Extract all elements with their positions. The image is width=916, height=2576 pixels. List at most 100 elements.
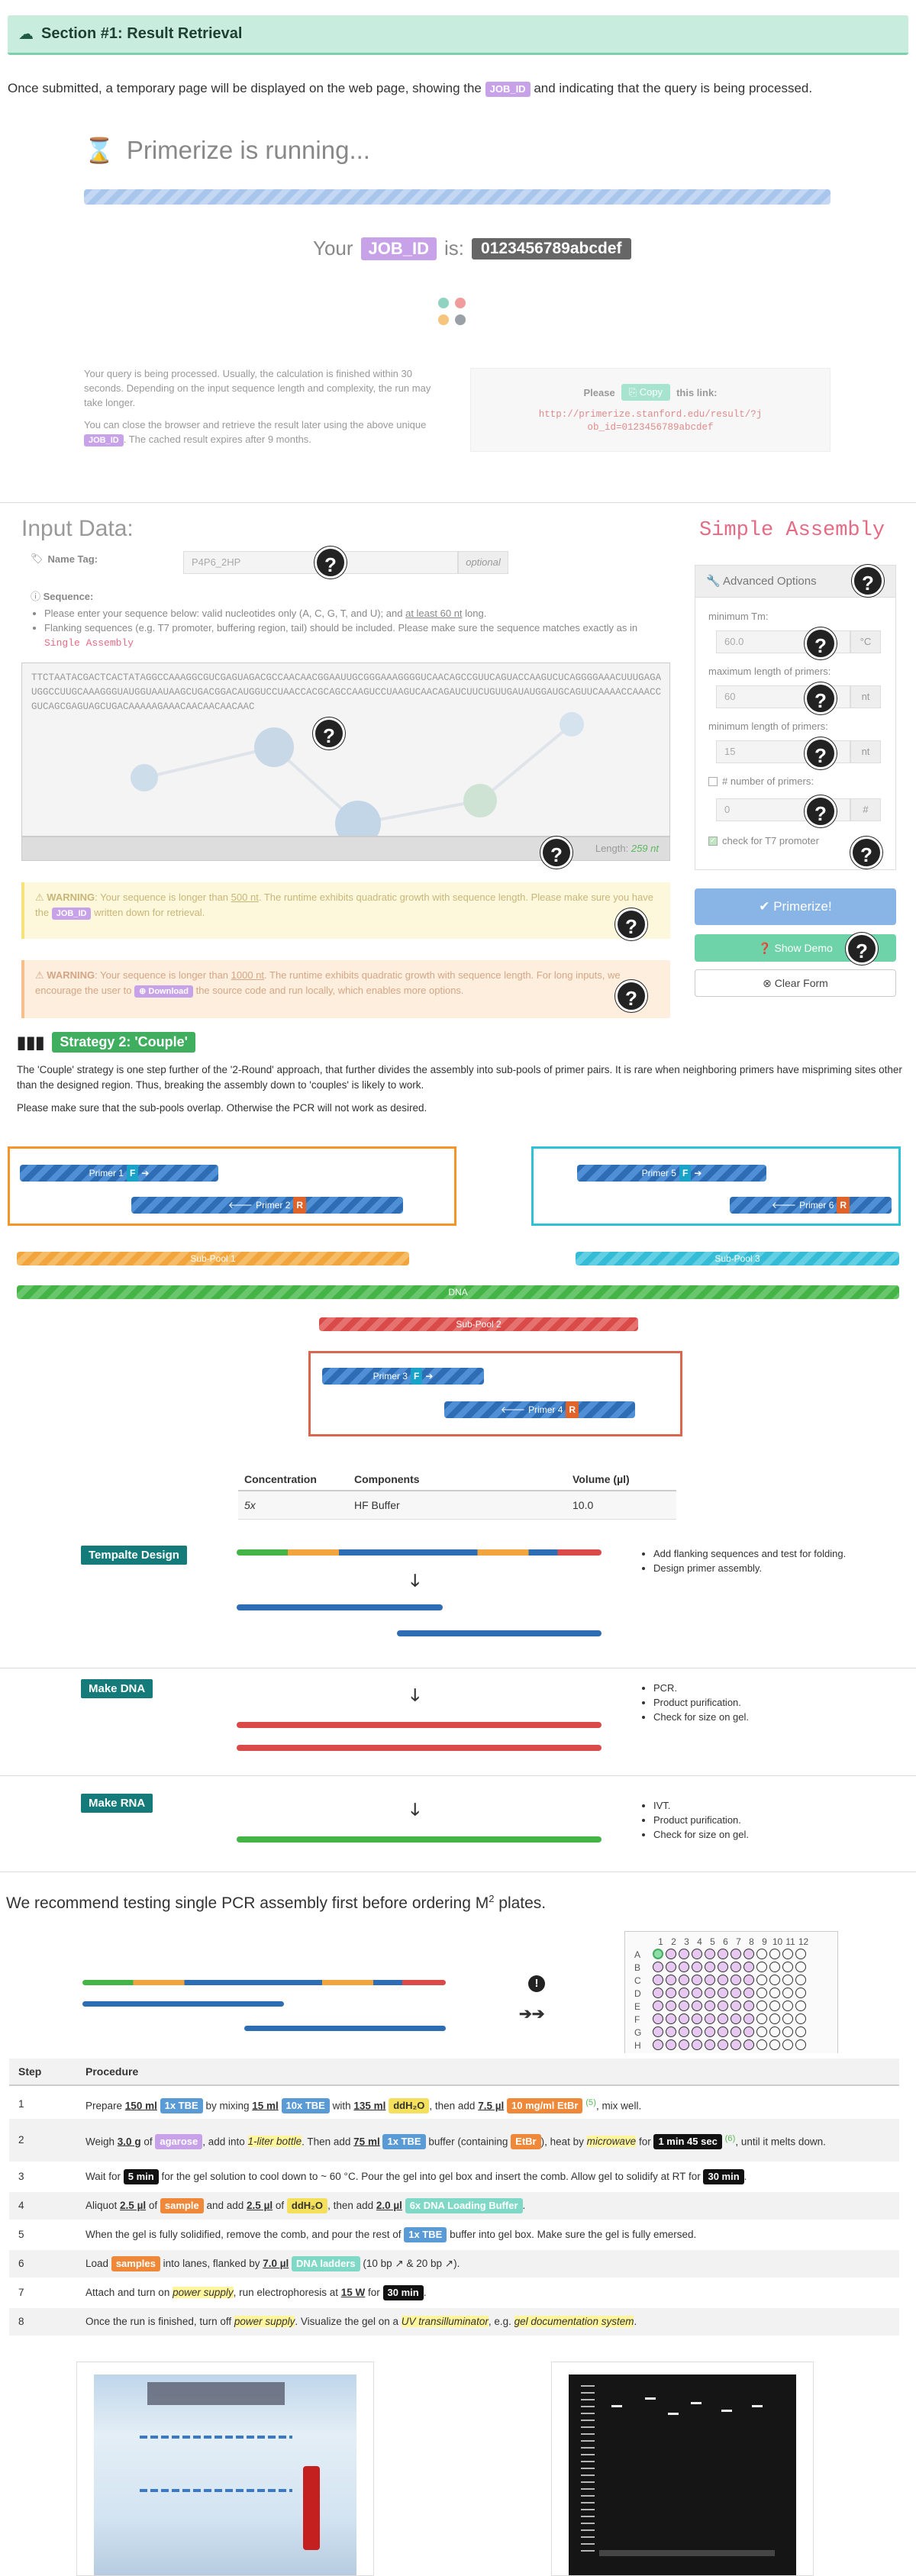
plate-well	[718, 1962, 728, 1972]
plate-well	[731, 1949, 741, 1959]
plate-well	[756, 2013, 767, 2024]
plate-well	[743, 1962, 754, 1972]
plate-well	[795, 1949, 806, 1959]
plate-well	[756, 2001, 767, 2011]
plate-well	[705, 2026, 715, 2037]
single-primer-bar	[244, 2026, 446, 2031]
tag-icon: 🏷	[31, 553, 44, 564]
help-icon[interactable]: ?	[615, 908, 647, 940]
plate-well	[679, 1962, 689, 1972]
strategy-title: Strategy 2: 'Couple'	[52, 1032, 195, 1053]
plate-well	[666, 2026, 676, 2037]
running-panel: ⌛ Primerize is running... Your JOB_ID is…	[84, 130, 832, 481]
help-icon[interactable]: ?	[615, 980, 647, 1012]
x-circle-icon: ⊗	[763, 977, 775, 989]
download-button[interactable]: ⊕ Download	[134, 985, 193, 998]
help-icon[interactable]: ?	[313, 717, 345, 750]
external-link-icon[interactable]: ↗	[395, 2258, 403, 2269]
result-link[interactable]: http://primerize.stanford.edu/result/?jo…	[536, 408, 765, 434]
help-icon[interactable]: ?	[805, 682, 837, 714]
arrow-left-icon: 🡐	[771, 1200, 797, 1211]
plate-col-label: 11	[785, 1936, 795, 1947]
protocol-step-6: 6 Load samples into lanes, flanked by 7.…	[9, 2250, 899, 2278]
plate-well	[782, 2013, 793, 2024]
help-icon[interactable]: ?	[805, 627, 837, 659]
plate-well	[769, 1975, 780, 1985]
t7-checkbox[interactable]: ✓	[708, 836, 718, 846]
num-primers-checkbox[interactable]	[708, 776, 718, 786]
help-icon[interactable]: ?	[852, 565, 884, 597]
plate-well	[769, 1962, 780, 1972]
plate-well	[692, 1949, 702, 1959]
subpool-1-box	[8, 1146, 456, 1226]
plate-well	[666, 2001, 676, 2011]
plate-col-label: 4	[697, 1936, 702, 1947]
wrench-icon: 🔧	[706, 575, 724, 588]
warning-icon: ⚠	[35, 891, 47, 903]
plate-well	[756, 2026, 767, 2037]
plate-row-label: A	[634, 1949, 641, 1960]
primer-3: Primer 3 F ➔	[322, 1368, 484, 1385]
plate-well	[782, 1988, 793, 1998]
plate-well	[705, 1949, 715, 1959]
intro-text: Once submitted, a temporary page will be…	[8, 81, 813, 97]
plate-well	[692, 1962, 702, 1972]
plate-well	[769, 2013, 780, 2024]
make-dna-label: Make DNA	[81, 1679, 153, 1698]
plate-well	[769, 2026, 780, 2037]
job-id-tag: JOB_ID	[485, 82, 531, 97]
length-bar: Length: 259 nt	[21, 837, 670, 861]
copy-button[interactable]: ⎘ Copy	[621, 384, 671, 401]
arrow-right-icon: ➔	[694, 1168, 702, 1178]
plate-col-label: 8	[749, 1936, 754, 1947]
dna-steps: PCR. Product purification. Check for siz…	[640, 1681, 749, 1724]
plate-well	[795, 1962, 806, 1972]
plate-well	[679, 2039, 689, 2050]
plate-well	[653, 1962, 663, 1972]
plate-well	[756, 1949, 767, 1959]
single-primer-bar	[82, 2001, 284, 2007]
plate-well	[653, 1949, 663, 1959]
arrow-left-icon: 🡐	[227, 1200, 253, 1211]
concentration-table: Concentration Components Volume (µl) 5x …	[238, 1469, 676, 1520]
plate-well	[731, 1975, 741, 1985]
section-title: Section #1: Result Retrieval	[41, 25, 243, 42]
sequence-textarea[interactable]: TTCTAATACGACTCACTATAGGCCAAAGGCGUCGAGUAGA…	[21, 663, 670, 837]
section-header: ☁ Section #1: Result Retrieval	[8, 15, 908, 55]
plate-well	[769, 2039, 780, 2050]
help-icon[interactable]: ?	[805, 737, 837, 769]
plate-well	[705, 1988, 715, 1998]
hourglass-icon: ⌛	[84, 137, 114, 164]
external-link-icon[interactable]: ↗	[445, 2258, 453, 2269]
clear-form-button[interactable]: ⊗ Clear Form	[695, 969, 896, 997]
running-title: Primerize is running...	[126, 136, 370, 164]
download-icon: ⊕	[139, 987, 149, 996]
plate-well	[731, 1962, 741, 1972]
help-icon[interactable]: ?	[540, 837, 572, 869]
plate-row-label: G	[634, 2027, 642, 2038]
primer-5: Primer 5 F ➔	[577, 1165, 766, 1182]
help-icon[interactable]: ?	[850, 837, 882, 869]
subpool-1-bar: Sub-Pool 1	[17, 1252, 409, 1265]
arrow-down-icon: 🡓	[411, 1571, 420, 1590]
primerize-button[interactable]: ✔ Primerize!	[695, 888, 896, 925]
plate-well	[666, 1988, 676, 1998]
help-icon[interactable]: ?	[314, 546, 347, 579]
plate-well	[756, 1962, 767, 1972]
plate-well	[679, 2013, 689, 2024]
plate-well	[782, 2026, 793, 2037]
dna-product-bar	[237, 1745, 602, 1751]
plate-well	[692, 2001, 702, 2011]
help-icon[interactable]: ?	[846, 933, 878, 965]
question-circle-icon: ❓	[758, 942, 775, 954]
plate-well	[692, 1975, 702, 1985]
plate-well	[705, 2001, 715, 2011]
plate-well	[666, 2039, 676, 2050]
protocol-step-5: 5 When the gel is fully solidified, remo…	[9, 2221, 899, 2249]
plate-well	[692, 1988, 702, 1998]
job-id-tag: JOB_ID	[360, 237, 437, 260]
plate-well	[795, 2026, 806, 2037]
help-icon[interactable]: ?	[805, 795, 837, 827]
plate-well	[743, 1949, 754, 1959]
protocol-step-7: 7 Attach and turn on power supply, run e…	[9, 2279, 899, 2307]
